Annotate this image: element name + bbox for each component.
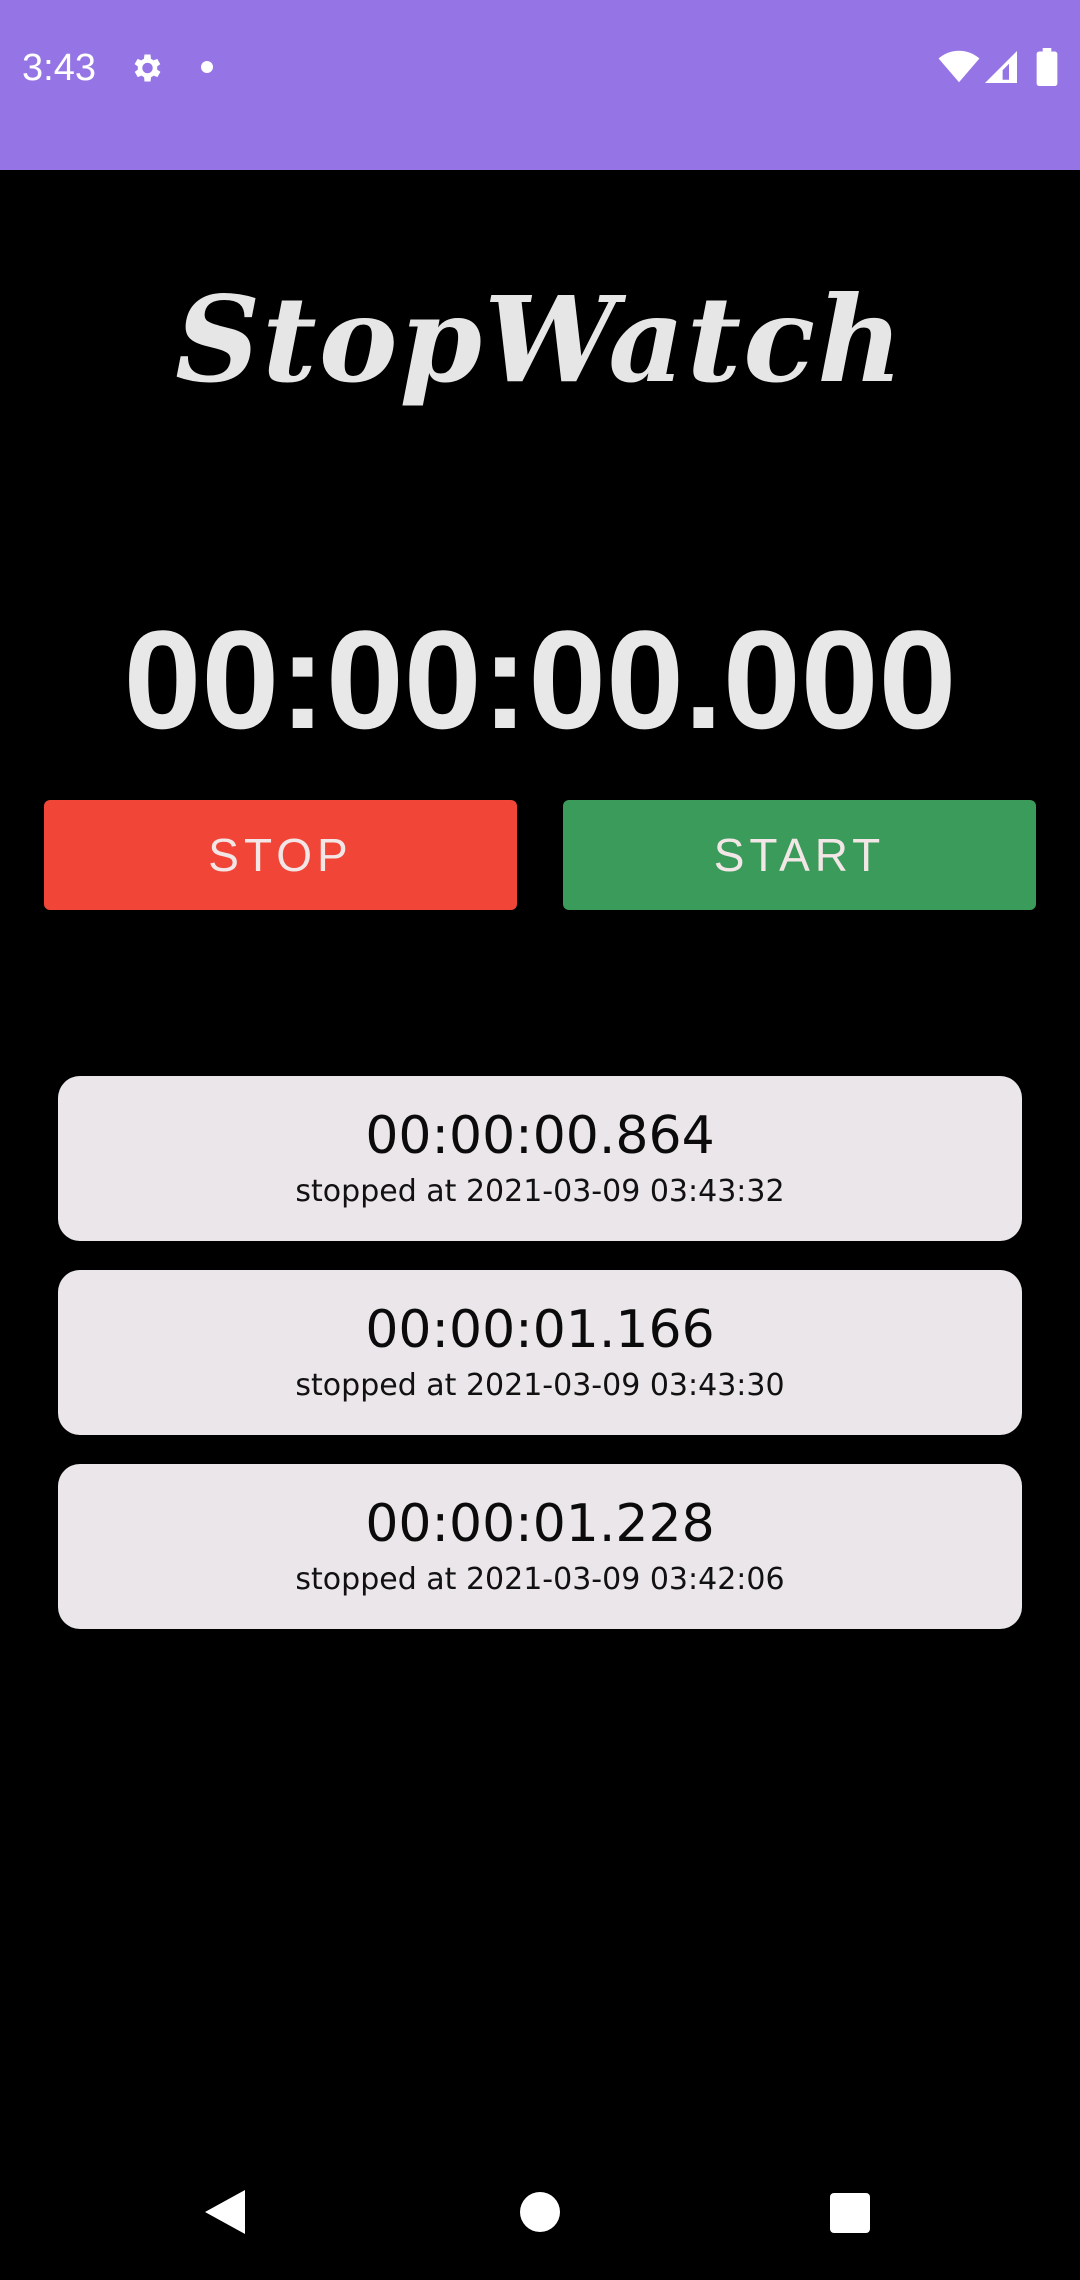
lap-time: 00:00:01.228 [365, 1494, 715, 1554]
home-icon[interactable] [520, 2192, 560, 2232]
lap-card: 00:00:01.166 stopped at 2021-03-09 03:43… [58, 1270, 1022, 1435]
notification-dot-icon [201, 61, 213, 73]
battery-icon [1036, 48, 1058, 86]
recents-icon[interactable] [830, 2193, 870, 2233]
lap-time: 00:00:00.864 [365, 1106, 715, 1166]
lap-stopped-at: stopped at 2021-03-09 03:43:32 [295, 1174, 785, 1209]
wifi-icon [938, 50, 980, 83]
lap-card: 00:00:00.864 stopped at 2021-03-09 03:43… [58, 1076, 1022, 1241]
back-icon[interactable] [205, 2190, 245, 2234]
app-title: StopWatch [175, 270, 905, 409]
lap-time: 00:00:01.166 [365, 1300, 715, 1360]
lap-stopped-at: stopped at 2021-03-09 03:43:30 [295, 1368, 785, 1403]
status-time: 3:43 [22, 47, 96, 89]
timer-display: 00:00:00.000 [123, 601, 957, 758]
status-bar: 3:43 [0, 0, 1080, 170]
gear-icon [134, 54, 161, 82]
signal-icon [985, 51, 1017, 83]
lap-stopped-at: stopped at 2021-03-09 03:42:06 [295, 1562, 785, 1597]
stop-button[interactable]: STOP [44, 800, 517, 910]
lap-card: 00:00:01.228 stopped at 2021-03-09 03:42… [58, 1464, 1022, 1629]
start-button[interactable]: START [563, 800, 1036, 910]
